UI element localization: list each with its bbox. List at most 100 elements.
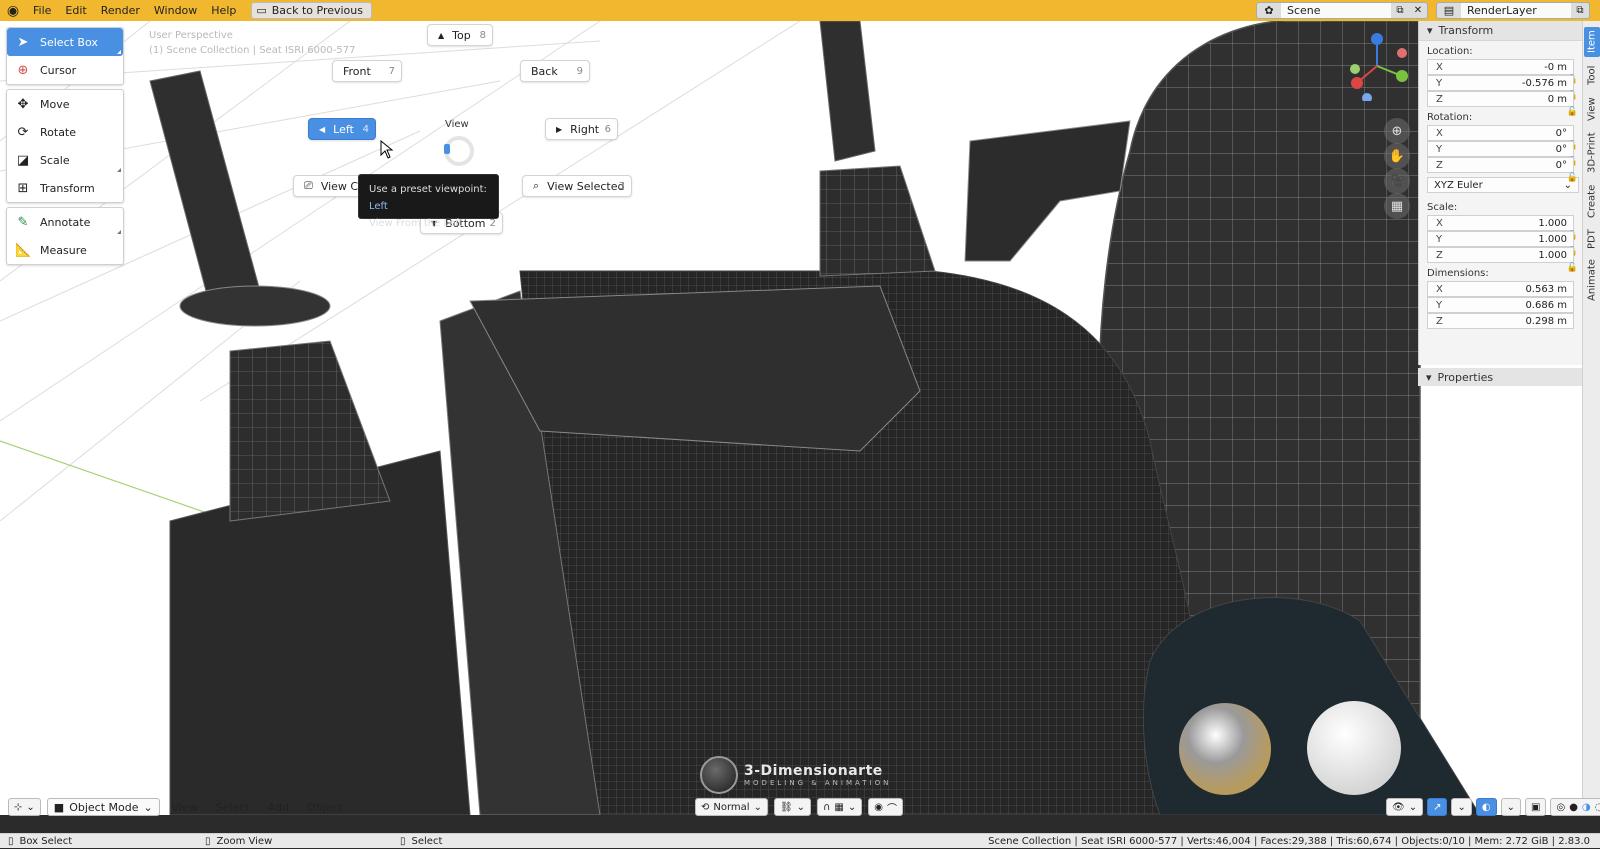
blender-logo-icon[interactable]: ◉ (0, 3, 26, 19)
header-menu-object[interactable]: Object (301, 801, 349, 814)
header-menu-view[interactable]: View (166, 801, 204, 814)
view-layer-name[interactable]: RenderLayer (1461, 3, 1571, 18)
tooltip: Use a preset viewpoint: Left View From t… (358, 174, 499, 229)
gizmo-options[interactable]: ⌄ (1451, 798, 1472, 816)
pie-right-button[interactable]: ▶ Right 6 (545, 118, 618, 140)
lock-icon[interactable]: 🔓 (1558, 173, 1578, 183)
pie-front-shortcut: 7 (388, 65, 395, 77)
chevron-down-icon: ⌄ (1457, 801, 1466, 813)
location-x-field[interactable]: X -0 m (1427, 59, 1574, 75)
pie-top-button[interactable]: ▲ Top 8 (427, 24, 493, 46)
location-y-field[interactable]: Y -0.576 m (1427, 75, 1574, 91)
field-value: 0° (1555, 127, 1567, 139)
field-value: 0.298 m (1525, 315, 1567, 327)
tool-scale[interactable]: ◪ Scale (7, 146, 123, 174)
rotation-mode-select[interactable]: XYZ Euler ⌄ (1427, 177, 1579, 193)
tab-item[interactable]: Item (1584, 27, 1600, 57)
pivot-point-select[interactable]: ⛓ ⌄ (773, 798, 812, 816)
location-z-field[interactable]: Z 0 m (1427, 91, 1574, 107)
eye-icon: 👁 (1392, 801, 1405, 813)
tab-create[interactable]: Create (1584, 181, 1600, 221)
header-menu-add[interactable]: Add (262, 801, 295, 814)
menu-help[interactable]: Help (204, 0, 243, 21)
tab-view[interactable]: View (1584, 93, 1600, 125)
overlay-toggle[interactable]: ◐ (1475, 798, 1497, 816)
menu-edit[interactable]: Edit (58, 0, 93, 21)
dimensions-x-field[interactable]: X 0.563 m (1427, 281, 1574, 297)
pie-back-button[interactable]: Back 9 (520, 60, 590, 82)
camera-view-icon[interactable]: 🎥 (1384, 168, 1410, 194)
tab-animate[interactable]: Animate (1584, 257, 1600, 303)
lock-icon[interactable]: 🔓 (1558, 263, 1578, 273)
view-perspective-label: User Perspective (149, 30, 233, 41)
delete-scene-icon[interactable]: ✕ (1409, 5, 1427, 16)
view-layer-selector[interactable]: ▤ RenderLayer ⧉ (1436, 2, 1590, 19)
location-y-row: Y-0.576 m🔓 (1419, 75, 1582, 101)
tab-3d-print[interactable]: 3D-Print (1584, 129, 1600, 177)
overlay-options[interactable]: ⌄ (1500, 798, 1521, 816)
pie-front-button[interactable]: Front 7 (332, 60, 402, 82)
editor-type-button[interactable]: ⊹ ⌄ (8, 798, 41, 816)
tool-transform[interactable]: ⊞ Transform (7, 174, 123, 202)
navigation-gizmo[interactable] (1342, 31, 1412, 101)
chevron-down-icon: ⌄ (143, 800, 153, 814)
menu-render[interactable]: Render (94, 0, 147, 21)
scale-x-field[interactable]: X 1.000 (1427, 215, 1574, 231)
wireframe-shading-icon[interactable]: ◎ (1556, 802, 1565, 813)
gizmo-toggle[interactable]: ↗ (1427, 798, 1448, 816)
snap-select[interactable]: ∩ ▦ ⌄ (817, 798, 863, 816)
scene-selector[interactable]: ✿ Scene ⧉ ✕ (1256, 2, 1428, 19)
tab-tool[interactable]: Tool (1584, 61, 1600, 89)
rendered-shading-icon[interactable]: ◌ (1595, 802, 1600, 813)
field-value: 1.000 (1538, 249, 1567, 261)
pie-left-button[interactable]: ◀ Left 4 (308, 118, 376, 140)
tool-measure[interactable]: 📐 Measure (7, 236, 123, 264)
shading-modes[interactable]: ◎ ● ◑ ◌ ⌄ (1550, 798, 1600, 816)
tab-pdt[interactable]: PDT (1584, 225, 1600, 253)
scene-name[interactable]: Scene (1281, 3, 1391, 18)
material-shading-icon[interactable]: ◑ (1582, 802, 1591, 813)
new-scene-icon[interactable]: ⧉ (1391, 5, 1409, 16)
tool-cursor[interactable]: ⊕ Cursor (7, 56, 123, 84)
properties-panel-title: Properties (1437, 370, 1494, 384)
dimensions-z-field[interactable]: Z 0.298 m (1427, 313, 1574, 329)
new-layer-icon[interactable]: ⧉ (1571, 5, 1589, 16)
rotation-z-field[interactable]: Z 0° (1427, 157, 1574, 173)
menu-file[interactable]: File (26, 0, 58, 21)
scale-z-field[interactable]: Z 1.000 (1427, 247, 1574, 263)
menu-window[interactable]: Window (147, 0, 204, 21)
xray-toggle[interactable]: ▣ (1525, 798, 1547, 816)
field-value: 1.000 (1538, 233, 1567, 245)
rotation-y-field[interactable]: Y 0° (1427, 141, 1574, 157)
dimensions-y-field[interactable]: Y 0.686 m (1427, 297, 1574, 313)
tool-move[interactable]: ✥ Move (7, 90, 123, 118)
scale-y-field[interactable]: Y 1.000 (1427, 231, 1574, 247)
lock-icon[interactable]: 🔓 (1558, 107, 1578, 117)
pan-hand-icon[interactable]: ✋ (1384, 143, 1410, 169)
zoom-icon[interactable]: ⊕ (1384, 118, 1410, 144)
falloff-icon: ⌒ (886, 803, 897, 815)
properties-panel-header[interactable]: ▾ Properties (1418, 368, 1582, 386)
transform-orientation-select[interactable]: ⟲ Normal ⌄ (695, 798, 768, 816)
magnet-icon: ∩ (823, 801, 831, 813)
3d-viewport[interactable]: User Perspective (1) Scene Collection | … (0, 21, 1600, 815)
solid-shading-icon[interactable]: ● (1569, 802, 1578, 813)
tooltip-highlight: Left (369, 201, 388, 212)
transform-panel-header[interactable]: ▾ Transform (1419, 21, 1582, 41)
back-to-previous-button[interactable]: ▭ Back to Previous (251, 2, 372, 19)
tool-select-box[interactable]: ➤ Select Box (7, 28, 123, 56)
mouse-left-icon: ▯ (8, 835, 14, 847)
header-menu-select[interactable]: Select (210, 801, 256, 814)
pie-back-shortcut: 9 (576, 65, 583, 77)
rotation-x-field[interactable]: X 0° (1427, 125, 1574, 141)
viewport-header-center: ⟲ Normal ⌄ ⛓ ⌄ ∩ ▦ ⌄ ◉ ⌒ (695, 798, 903, 816)
proportional-edit-toggle[interactable]: ◉ ⌒ (868, 798, 903, 816)
mode-select[interactable]: ■ Object Mode ⌄ (46, 798, 160, 816)
status-bar: ▯ Box Select ▯ Zoom View ▯ Select Scene … (0, 833, 1600, 848)
grid-ortho-icon[interactable]: ▦ (1384, 193, 1410, 219)
pie-view-selected-button[interactable]: ⌕ View Selected 3 (522, 175, 632, 197)
tool-rotate[interactable]: ⟳ Rotate (7, 118, 123, 146)
visibility-toggle[interactable]: 👁 ⌄ (1386, 798, 1424, 816)
tool-annotate[interactable]: ✎ Annotate (7, 208, 123, 236)
location-label: Location: (1427, 46, 1473, 57)
